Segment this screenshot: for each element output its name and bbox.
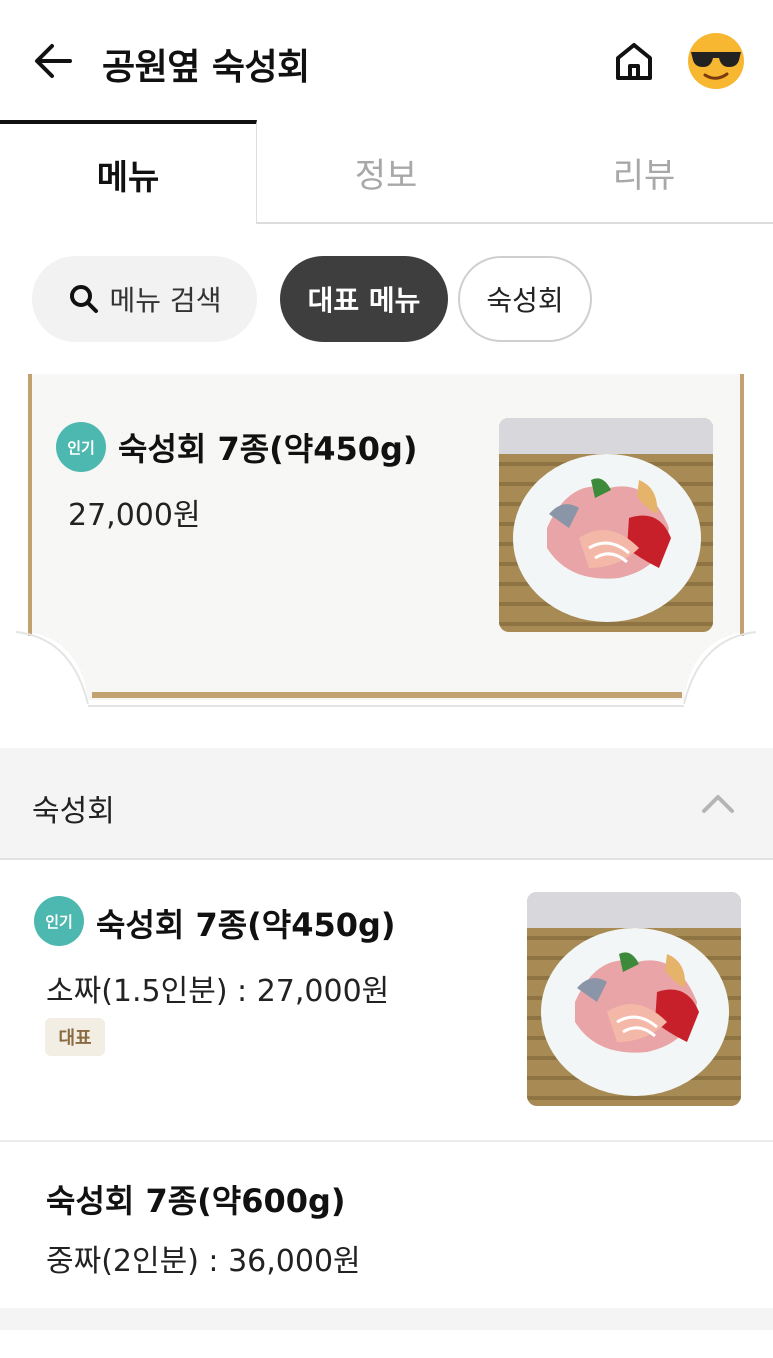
home-button[interactable]: [610, 38, 658, 84]
representative-tag: 대표: [45, 1018, 105, 1056]
menu-item[interactable]: 숙성회 7종(약600g) 중짜(2인분) : 36,000원: [0, 1142, 773, 1308]
tab-review[interactable]: 리뷰: [515, 120, 773, 224]
tab-divider: [257, 222, 773, 224]
chip-category-aged-sashimi[interactable]: 숙성회: [458, 256, 592, 342]
menu-search-label: 메뉴 검색: [109, 284, 222, 317]
sunglasses-emoji-icon: [688, 33, 744, 89]
category-section-header[interactable]: 숙성회: [0, 748, 773, 860]
popular-badge: 인기: [56, 422, 106, 472]
menu-item-price: 중짜(2인분) : 36,000원: [46, 1244, 361, 1279]
chip-representative-menu[interactable]: 대표 메뉴: [280, 256, 448, 342]
tab-menu[interactable]: 메뉴: [0, 120, 257, 224]
tab-bar: 메뉴 정보 리뷰: [0, 120, 773, 224]
arrow-left-icon: [35, 44, 72, 78]
menu-item-name: 숙성회 7종(약600g): [46, 1182, 346, 1220]
home-icon: [616, 43, 652, 80]
tab-info[interactable]: 정보: [257, 120, 515, 224]
store-title: 공원옆 숙성회: [102, 47, 310, 88]
featured-menu-price: 27,000원: [68, 498, 201, 533]
section-divider: [0, 1308, 773, 1330]
chevron-up-icon: [702, 795, 734, 813]
back-button[interactable]: [30, 38, 76, 84]
menu-item-price: 소짜(1.5인분) : 27,000원: [46, 974, 390, 1009]
search-icon: [69, 285, 98, 313]
section-title: 숙성회: [32, 794, 115, 829]
menu-search-button[interactable]: 메뉴 검색: [32, 256, 257, 342]
collapse-button[interactable]: [698, 784, 738, 824]
featured-menu-name: 숙성회 7종(약450g): [118, 430, 418, 468]
app-header: 공원옆 숙성회: [0, 0, 773, 120]
popular-badge: 인기: [34, 896, 84, 946]
featured-menu-card[interactable]: 인기 숙성회 7종(약450g) 27,000원: [16, 374, 756, 714]
menu-item-photo: [527, 892, 741, 1106]
profile-avatar[interactable]: [685, 30, 747, 90]
menu-item-name: 숙성회 7종(약450g): [96, 906, 396, 944]
featured-menu-photo: [499, 418, 713, 632]
menu-item[interactable]: 인기 숙성회 7종(약450g) 소짜(1.5인분) : 27,000원 대표: [0, 860, 773, 1142]
